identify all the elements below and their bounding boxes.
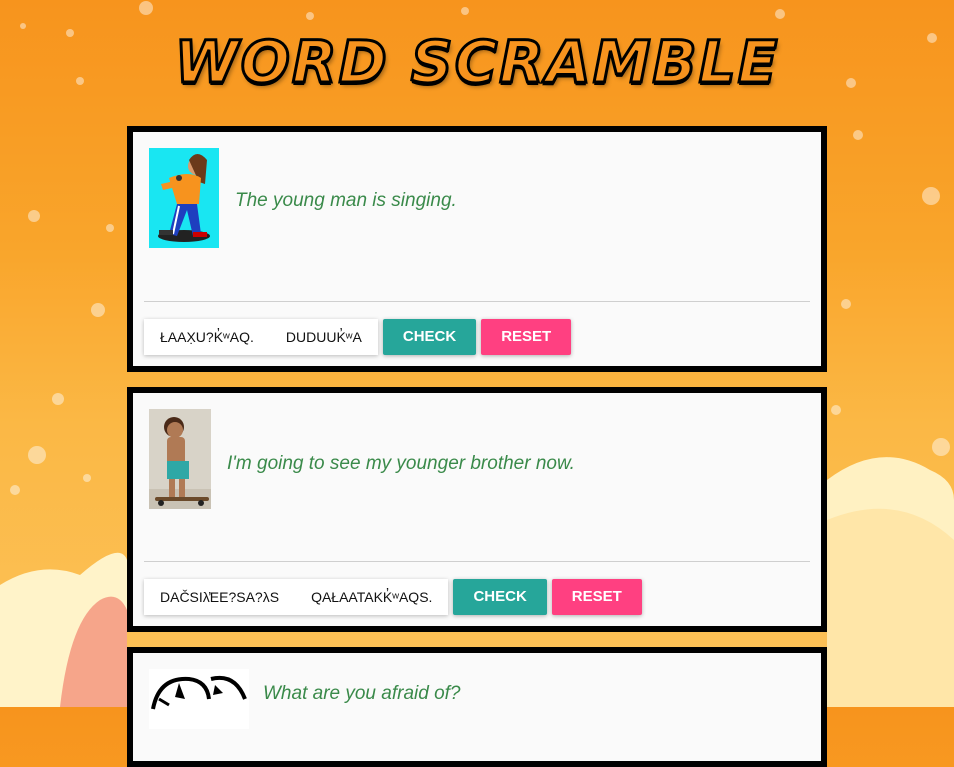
sentence-text: The young man is singing. bbox=[235, 190, 457, 211]
sentence-text: What are you afraid of? bbox=[263, 683, 461, 704]
exercise-card: The young man is singing. ŁAAX̣U?K̓ʷAQ. … bbox=[127, 126, 827, 372]
divider bbox=[144, 561, 810, 562]
singing-man-image bbox=[149, 148, 219, 248]
word-chip[interactable]: QAŁAATAKK̓ʷAQS. bbox=[295, 579, 449, 615]
sentence-text: I'm going to see my younger brother now. bbox=[227, 453, 575, 474]
exercise-card: I'm going to see my younger brother now.… bbox=[127, 387, 827, 632]
boy-photo-image bbox=[149, 409, 211, 509]
answer-toolbar: ŁAAX̣U?K̓ʷAQ. DUDUUK̓ʷA CHECK RESET bbox=[144, 319, 572, 355]
divider bbox=[144, 301, 810, 302]
check-button[interactable]: CHECK bbox=[453, 579, 547, 615]
reset-button[interactable]: RESET bbox=[551, 579, 642, 615]
word-chip-group: DAČSIλ̓EE?SA?λS QAŁAATAKK̓ʷAQS. bbox=[144, 579, 449, 615]
word-chip[interactable]: DAČSIλ̓EE?SA?λS bbox=[144, 579, 296, 615]
word-chip[interactable]: ŁAAX̣U?K̓ʷAQ. bbox=[144, 319, 270, 355]
afraid-cartoon-image bbox=[149, 669, 249, 729]
app-title: WORD SCRAMBLE bbox=[0, 27, 954, 98]
word-chip-group: ŁAAX̣U?K̓ʷAQ. DUDUUK̓ʷA bbox=[144, 319, 378, 355]
reset-button[interactable]: RESET bbox=[481, 319, 572, 355]
word-chip[interactable]: DUDUUK̓ʷA bbox=[269, 319, 378, 355]
answer-toolbar: DAČSIλ̓EE?SA?λS QAŁAATAKK̓ʷAQS. CHECK RE… bbox=[144, 579, 642, 615]
check-button[interactable]: CHECK bbox=[382, 319, 477, 355]
exercise-card: What are you afraid of? bbox=[127, 647, 827, 767]
